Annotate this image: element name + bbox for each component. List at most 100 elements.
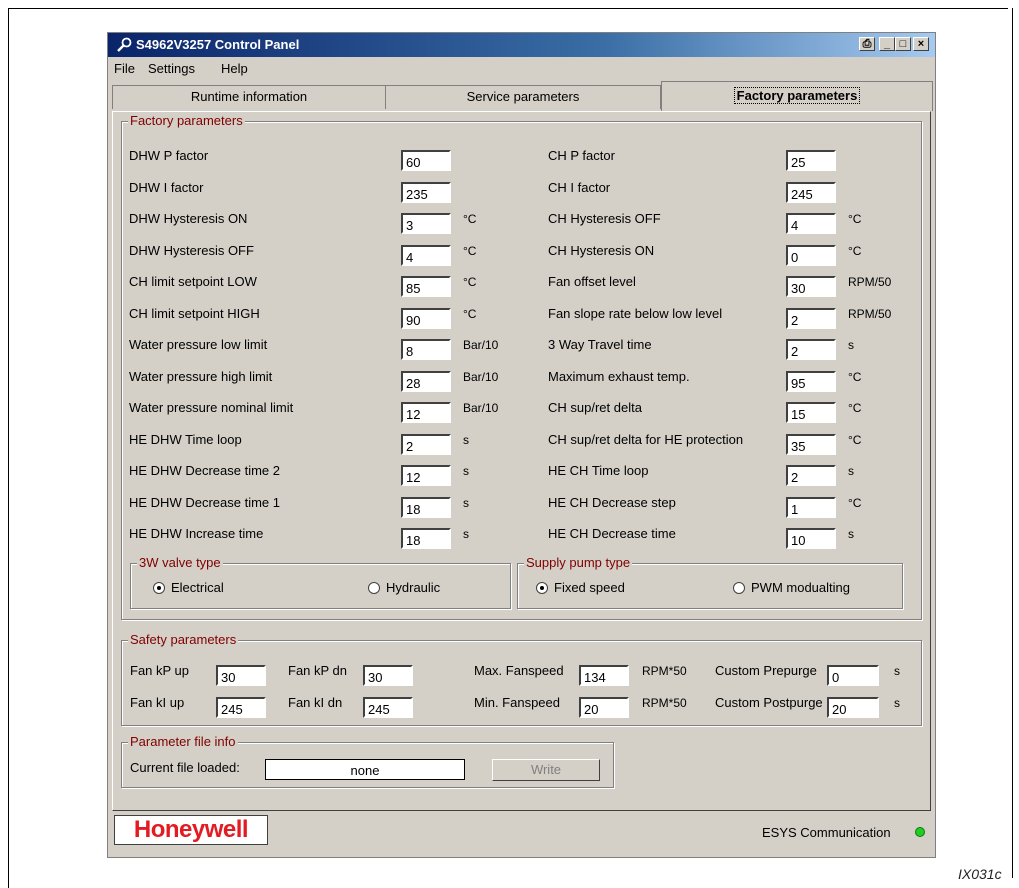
right-param-label: CH I factor <box>548 179 611 195</box>
left-param-label: DHW I factor <box>129 179 204 195</box>
print-icon[interactable]: ⎙ <box>859 37 875 51</box>
tab-runtime-information[interactable]: Runtime information <box>112 85 386 109</box>
right-param-label: HE CH Decrease time <box>548 526 676 541</box>
right-param-field[interactable]: 2 <box>786 339 836 360</box>
right-param-field[interactable]: 25 <box>786 150 836 171</box>
right-param-field[interactable]: 95 <box>786 370 836 392</box>
hydraulic-radio[interactable] <box>368 582 380 594</box>
right-param-unit: RPM/50 <box>848 275 892 289</box>
close-button[interactable]: × <box>913 37 929 51</box>
left-param-unit: s <box>463 432 469 447</box>
left-param-label: HE DHW Increase time <box>129 526 264 541</box>
honeywell-logo: Honeywell <box>114 815 268 845</box>
left-param-field[interactable]: 3 <box>401 213 451 234</box>
max-fanspeed-label: Max. Fanspeed <box>474 663 564 678</box>
menu-bar: File Settings Help <box>108 58 935 78</box>
min-fanspeed-field[interactable]: 20 <box>579 697 629 718</box>
left-param-field[interactable]: 90 <box>401 307 451 329</box>
left-param-unit: °C <box>463 275 477 289</box>
left-param-field[interactable]: 235 <box>401 181 451 203</box>
left-param-unit: s <box>463 495 469 510</box>
left-param-field[interactable]: 12 <box>401 465 451 486</box>
connection-status: ESYS Communication <box>762 825 891 840</box>
left-param-unit: s <box>463 527 469 541</box>
right-param-field[interactable]: 35 <box>786 433 836 455</box>
fan-ki-dn-field[interactable]: 245 <box>363 697 413 718</box>
left-param-field[interactable]: 60 <box>401 150 451 171</box>
left-param-field[interactable]: 28 <box>401 370 451 392</box>
fan-kp-up-label: Fan kP up <box>130 663 190 678</box>
left-param-field[interactable]: 12 <box>401 402 451 423</box>
minimize-button[interactable]: _ <box>879 37 895 51</box>
max-fanspeed-unit: RPM*50 <box>642 664 687 678</box>
fixed-speed-radio[interactable] <box>536 582 548 594</box>
right-param-label: CH Hysteresis ON <box>548 242 655 258</box>
right-param-field[interactable]: 10 <box>786 528 836 549</box>
right-param-label: Maximum exhaust temp. <box>548 368 690 384</box>
right-param-label: CH Hysteresis OFF <box>548 211 661 226</box>
left-param-label: Water pressure high limit <box>129 368 273 384</box>
left-param-label: DHW Hysteresis OFF <box>129 242 254 258</box>
write-button[interactable]: Write <box>492 759 600 781</box>
hydraulic-label: Hydraulic <box>386 580 441 595</box>
control-panel-window: S4962V3257 Control Panel ⎙ _ □ × File Se… <box>107 32 936 858</box>
title-bar[interactable]: S4962V3257 Control Panel ⎙ _ □ × <box>108 33 935 57</box>
tab-service-parameters[interactable]: Service parameters <box>385 85 661 109</box>
custom-postpurge-unit: s <box>894 696 900 710</box>
fan-kp-up-field[interactable]: 30 <box>216 665 266 686</box>
left-param-label: CH limit setpoint LOW <box>129 274 257 289</box>
left-param-label: HE DHW Decrease time 1 <box>129 494 280 510</box>
left-param-field[interactable]: 18 <box>401 528 451 549</box>
min-fanspeed-unit: RPM*50 <box>642 696 687 710</box>
group-legend: Safety parameters <box>128 632 239 647</box>
custom-postpurge-field[interactable]: 20 <box>827 697 879 718</box>
menu-help[interactable]: Help <box>221 61 248 76</box>
pwm-modulating-radio[interactable] <box>733 582 745 594</box>
electrical-radio[interactable] <box>153 582 165 594</box>
tab-strip: Runtime information Service parameters F… <box>108 81 935 111</box>
right-param-label: Fan slope rate below low level <box>548 305 723 321</box>
left-param-unit: Bar/10 <box>463 369 499 384</box>
menu-settings[interactable]: Settings <box>148 61 195 76</box>
right-param-label: CH sup/ret delta for HE protection <box>548 431 744 447</box>
right-param-unit: °C <box>848 243 862 258</box>
right-param-unit: °C <box>848 495 862 510</box>
left-param-field[interactable]: 4 <box>401 244 451 266</box>
left-param-label: Water pressure low limit <box>129 337 268 352</box>
right-param-field[interactable]: 2 <box>786 465 836 486</box>
right-param-unit: °C <box>848 432 862 447</box>
custom-prepurge-field[interactable]: 0 <box>827 665 879 686</box>
max-fanspeed-field[interactable]: 134 <box>579 665 629 686</box>
fan-kp-dn-field[interactable]: 30 <box>363 665 413 686</box>
left-param-unit: s <box>463 464 469 478</box>
window-title: S4962V3257 Control Panel <box>136 37 300 52</box>
right-param-field[interactable]: 1 <box>786 496 836 518</box>
fan-ki-up-label: Fan kI up <box>130 695 185 710</box>
safety-parameters-group: Safety parameters Fan kP up 30 Fan kP dn… <box>121 632 922 726</box>
valve-type-group: 3W valve type Electrical Hydraulic <box>130 555 511 609</box>
right-param-unit: °C <box>848 401 862 415</box>
left-param-field[interactable]: 18 <box>401 496 451 518</box>
menu-file[interactable]: File <box>114 61 135 76</box>
right-param-label: Fan offset level <box>548 274 636 289</box>
left-param-label: DHW Hysteresis ON <box>129 211 248 226</box>
left-param-unit: °C <box>463 243 477 258</box>
left-param-label: HE DHW Time loop <box>129 431 242 447</box>
fan-ki-up-field[interactable]: 245 <box>216 697 266 718</box>
right-param-unit: RPM/50 <box>848 306 892 321</box>
maximize-button[interactable]: □ <box>895 37 911 51</box>
left-param-field[interactable]: 8 <box>401 339 451 360</box>
right-param-field[interactable]: 2 <box>786 307 836 329</box>
min-fanspeed-label: Min. Fanspeed <box>474 695 560 710</box>
right-param-field[interactable]: 4 <box>786 213 836 234</box>
left-param-field[interactable]: 85 <box>401 276 451 297</box>
right-param-field[interactable]: 15 <box>786 402 836 423</box>
right-param-field[interactable]: 0 <box>786 244 836 266</box>
right-param-label: CH P factor <box>548 148 615 163</box>
tab-factory-parameters[interactable]: Factory parameters <box>661 81 933 111</box>
left-param-field[interactable]: 2 <box>401 433 451 455</box>
current-file-label: Current file loaded: <box>130 760 240 775</box>
right-param-field[interactable]: 245 <box>786 181 836 203</box>
right-param-field[interactable]: 30 <box>786 276 836 297</box>
factory-parameters-page: Factory parameters DHW P factor 60 DHW I f… <box>112 111 931 811</box>
